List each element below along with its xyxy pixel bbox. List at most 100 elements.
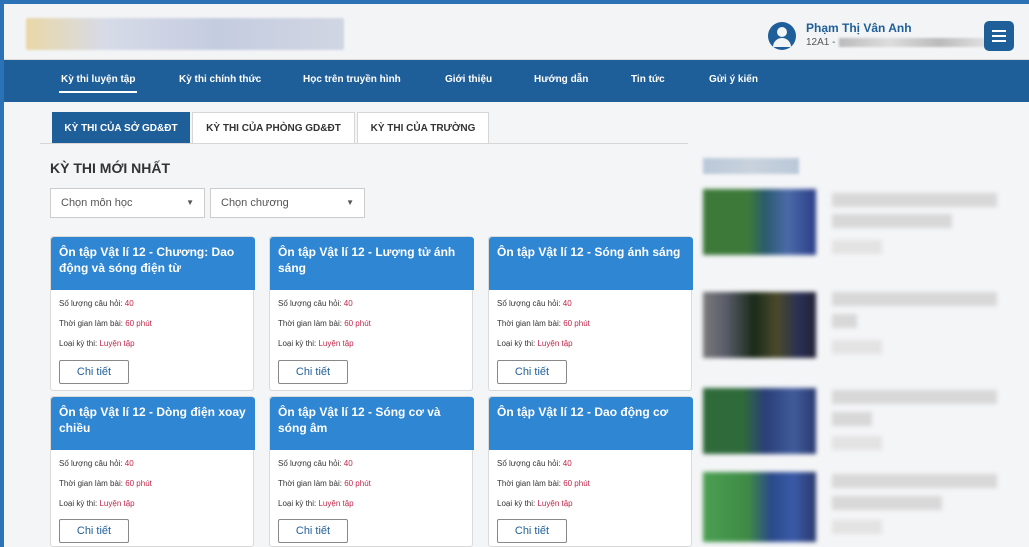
exam-card-type-value: Luyện tập xyxy=(99,339,135,348)
exam-card-count-value: 40 xyxy=(124,459,134,468)
exam-card-count-value: 40 xyxy=(343,459,353,468)
exam-card[interactable]: Ôn tập Vật lí 12 - Chương: Dao động và s… xyxy=(50,236,255,391)
section-title: KỲ THI MỚI NHẤT xyxy=(50,160,171,176)
exam-card-time-label: Thời gian làm bài: xyxy=(59,319,123,328)
news-title-blurred[interactable] xyxy=(832,292,997,306)
nav-item-tv-learning[interactable]: Học trên truyền hình xyxy=(303,74,401,85)
news-date-blurred xyxy=(832,436,882,450)
user-class: 12A1 - xyxy=(806,37,990,48)
exam-card-time-row: Thời gian làm bài: 60 phút xyxy=(278,479,371,488)
exam-card-count-row: Số lượng câu hỏi: 40 xyxy=(59,299,134,308)
detail-button[interactable]: Chi tiết xyxy=(59,360,129,384)
hamburger-menu-icon[interactable] xyxy=(984,21,1014,51)
exam-card-type-row: Loại kỳ thi: Luyện tập xyxy=(497,339,573,348)
exam-card-count-row: Số lượng câu hỏi: 40 xyxy=(497,459,572,468)
exam-card-type-label: Loại kỳ thi: xyxy=(497,339,536,348)
news-title-blurred[interactable] xyxy=(832,214,952,228)
exam-card-time-value: 60 phút xyxy=(344,479,371,488)
nav-item-guide[interactable]: Hướng dẫn xyxy=(534,74,588,85)
user-school-blurred xyxy=(839,37,990,47)
exam-card-count-label: Số lượng câu hỏi: xyxy=(497,299,561,308)
exam-card-time-label: Thời gian làm bài: xyxy=(497,479,561,488)
exam-card-time-label: Thời gian làm bài: xyxy=(278,479,342,488)
exam-card-title[interactable]: Ôn tập Vật lí 12 - Sóng cơ và sóng âm xyxy=(270,397,474,450)
exam-card-time-label: Thời gian làm bài: xyxy=(278,319,342,328)
exam-card-title[interactable]: Ôn tập Vật lí 12 - Chương: Dao động và s… xyxy=(51,237,255,290)
exam-card-title[interactable]: Ôn tập Vật lí 12 - Dao động cơ xyxy=(489,397,693,450)
exam-card-type-label: Loại kỳ thi: xyxy=(278,499,317,508)
tab-department-exams[interactable]: KỲ THI CỦA SỞ GD&ĐT xyxy=(52,112,190,144)
news-date-blurred xyxy=(832,340,882,354)
exam-card-type-label: Loại kỳ thi: xyxy=(59,339,98,348)
exam-card-time-value: 60 phút xyxy=(344,319,371,328)
exam-card[interactable]: Ôn tập Vật lí 12 - Sóng cơ và sóng âm Số … xyxy=(269,396,474,547)
nav-item-news[interactable]: Tin tức xyxy=(631,74,665,85)
tabs-divider xyxy=(40,143,688,144)
detail-button[interactable]: Chi tiết xyxy=(497,519,567,543)
tab-school-exams[interactable]: KỲ THI CỦA TRƯỜNG xyxy=(357,112,489,144)
exam-card[interactable]: Ôn tập Vật lí 12 - Sóng ánh sáng Số lượng… xyxy=(488,236,693,391)
exam-card[interactable]: Ôn tập Vật lí 12 - Dao động cơ Số lượng c… xyxy=(488,396,693,547)
exam-card-type-row: Loại kỳ thi: Luyện tập xyxy=(497,499,573,508)
exam-card-count-label: Số lượng câu hỏi: xyxy=(278,459,342,468)
news-title-blurred[interactable] xyxy=(832,412,872,426)
exam-card-time-value: 60 phút xyxy=(563,319,590,328)
chapter-select-value: Chọn chương xyxy=(221,197,289,209)
news-title-blurred[interactable] xyxy=(832,474,997,488)
exam-card-count-value: 40 xyxy=(343,299,353,308)
exam-card-time-row: Thời gian làm bài: 60 phút xyxy=(497,319,590,328)
exam-card[interactable]: Ôn tập Vật lí 12 - Dòng điện xoay chiều S… xyxy=(50,396,255,547)
detail-button[interactable]: Chi tiết xyxy=(278,519,348,543)
exam-card[interactable]: Ôn tập Vật lí 12 - Lượng tử ánh sáng Số l… xyxy=(269,236,474,391)
exam-card-count-row: Số lượng câu hỏi: 40 xyxy=(278,299,353,308)
chapter-select[interactable]: Chọn chương ▼ xyxy=(210,188,365,218)
exam-card-time-value: 60 phút xyxy=(125,319,152,328)
exam-card-type-row: Loại kỳ thi: Luyện tập xyxy=(278,339,354,348)
news-date-blurred xyxy=(832,240,882,254)
sidebar-title-blurred xyxy=(703,158,799,174)
exam-card-type-value: Luyện tập xyxy=(537,499,573,508)
user-avatar-icon[interactable] xyxy=(768,22,796,50)
chevron-down-icon: ▼ xyxy=(186,198,194,207)
news-title-blurred[interactable] xyxy=(832,390,997,404)
subject-select[interactable]: Chọn môn học ▼ xyxy=(50,188,205,218)
exam-card-count-label: Số lượng câu hỏi: xyxy=(497,459,561,468)
subject-select-value: Chọn môn học xyxy=(61,197,133,209)
nav-item-feedback[interactable]: Gửi ý kiến xyxy=(709,74,758,85)
news-thumbnail[interactable] xyxy=(703,292,816,358)
site-header: Phạm Thị Vân Anh 12A1 - xyxy=(4,4,1029,60)
exam-card-title[interactable]: Ôn tập Vật lí 12 - Sóng ánh sáng xyxy=(489,237,693,290)
chevron-down-icon: ▼ xyxy=(346,198,354,207)
nav-item-official-exams[interactable]: Kỳ thi chính thức xyxy=(179,74,261,85)
news-title-blurred[interactable] xyxy=(832,193,997,207)
detail-button[interactable]: Chi tiết xyxy=(59,519,129,543)
news-date-blurred xyxy=(832,520,882,534)
exam-card-title[interactable]: Ôn tập Vật lí 12 - Dòng điện xoay chiều xyxy=(51,397,255,450)
exam-card-time-row: Thời gian làm bài: 60 phút xyxy=(497,479,590,488)
exam-card-type-value: Luyện tập xyxy=(537,339,573,348)
news-title-blurred[interactable] xyxy=(832,496,942,510)
exam-card-count-row: Số lượng câu hỏi: 40 xyxy=(497,299,572,308)
exam-card-time-label: Thời gian làm bài: xyxy=(497,319,561,328)
exam-card-type-row: Loại kỳ thi: Luyện tập xyxy=(59,339,135,348)
news-title-blurred[interactable] xyxy=(832,314,857,328)
exam-card-title[interactable]: Ôn tập Vật lí 12 - Lượng tử ánh sáng xyxy=(270,237,474,290)
tab-bureau-exams[interactable]: KỲ THI CỦA PHÒNG GD&ĐT xyxy=(192,112,355,144)
news-thumbnail[interactable] xyxy=(703,472,816,542)
exam-card-time-row: Thời gian làm bài: 60 phút xyxy=(59,479,152,488)
exam-card-type-label: Loại kỳ thi: xyxy=(278,339,317,348)
exam-card-type-label: Loại kỳ thi: xyxy=(497,499,536,508)
nav-item-about[interactable]: Giới thiệu xyxy=(445,74,492,85)
exam-card-count-row: Số lượng câu hỏi: 40 xyxy=(278,459,353,468)
nav-item-practice-exams[interactable]: Kỳ thi luyện tập xyxy=(58,74,138,93)
news-thumbnail[interactable] xyxy=(703,189,816,255)
user-name[interactable]: Phạm Thị Vân Anh xyxy=(806,21,912,35)
detail-button[interactable]: Chi tiết xyxy=(278,360,348,384)
news-thumbnail[interactable] xyxy=(703,388,816,454)
exam-card-type-row: Loại kỳ thi: Luyện tập xyxy=(278,499,354,508)
exam-card-count-value: 40 xyxy=(124,299,134,308)
exam-card-time-label: Thời gian làm bài: xyxy=(59,479,123,488)
exam-card-time-value: 60 phút xyxy=(125,479,152,488)
site-logo[interactable] xyxy=(26,18,344,50)
detail-button[interactable]: Chi tiết xyxy=(497,360,567,384)
